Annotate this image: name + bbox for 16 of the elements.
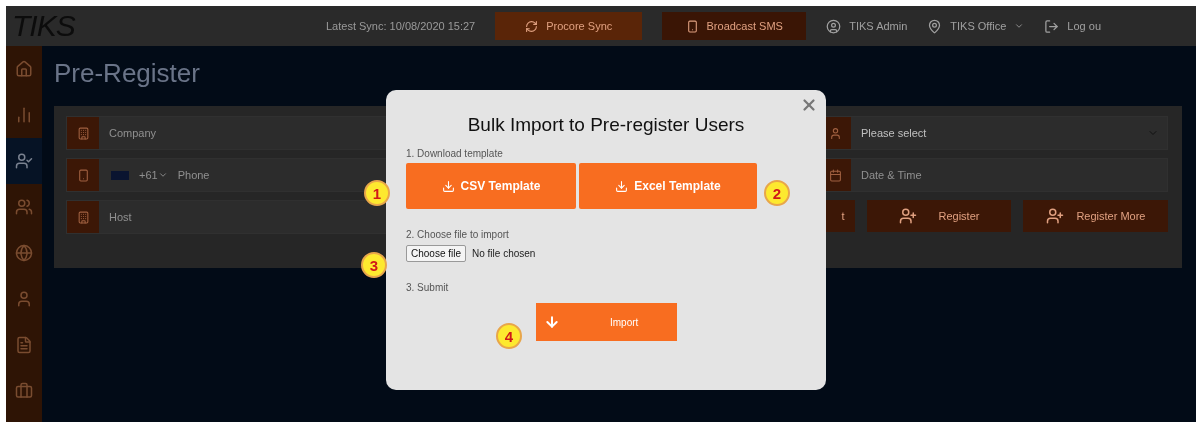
step-label: 2. Choose file to import [406,229,510,240]
callout-badge: 4 [496,323,522,349]
step-label: 1. Download template [406,148,504,159]
country-code: +61 [139,169,158,181]
sync-status: Latest Sync: 10/08/2020 15:27 [326,20,476,32]
callout-badge: 2 [764,180,790,206]
select-value: Please select [861,127,927,139]
step-label: 3. Submit [406,282,450,293]
placeholder-text: Host [109,211,132,223]
page-title: Pre-Register [54,58,201,90]
callout-badge: 1 [364,180,390,206]
placeholder-text: Date & Time [861,169,922,181]
file-status: No file chosen [472,248,536,259]
modal-title: Bulk Import to Pre-register Users [466,114,746,136]
placeholder-text: Company [109,127,157,139]
placeholder-text: Phone [177,169,210,181]
